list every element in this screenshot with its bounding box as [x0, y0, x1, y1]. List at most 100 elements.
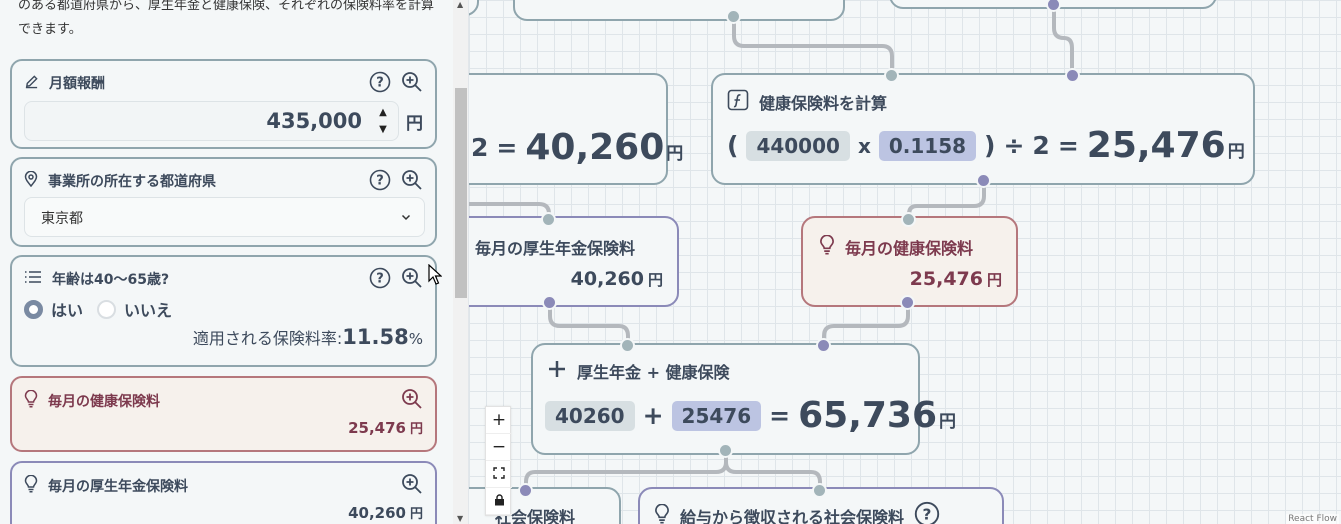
radio-yes-dot[interactable] [24, 299, 43, 319]
connection-handle[interactable] [976, 173, 991, 188]
input-chip-health[interactable]: 25476 [671, 400, 762, 431]
pension-calc-node[interactable]: 2 = 40,260 円 [469, 73, 683, 185]
health-calc-node[interactable]: 健康保険料を計算 ( 440000 x 0.1158 ) ÷ 2 = 25,47… [711, 73, 1255, 185]
zoom-in-button[interactable]: + [486, 407, 512, 434]
edge [524, 451, 728, 491]
zoom-in-icon[interactable] [401, 169, 423, 191]
health-monthly-title: 毎月の健康保険料 [845, 239, 974, 258]
sum-title: 厚生年金 + 健康保険 [577, 363, 730, 382]
health-monthly-value: 25,476 [909, 268, 983, 290]
health-calc-result: 25,476 [1086, 125, 1226, 166]
pension-monthly-node[interactable]: 毎月の厚生年金保険料 40,260 円 [469, 216, 679, 307]
fit-view-button[interactable] [486, 461, 512, 488]
lock-button[interactable] [486, 488, 512, 515]
chevron-down-icon [400, 208, 412, 227]
applied-rate: 適用される保険料率:11.58% [192, 325, 423, 349]
flow-controls: + − [485, 406, 512, 516]
location-pin-icon [24, 170, 38, 191]
scroll-down-icon[interactable]: ▼ [457, 514, 463, 523]
help-icon[interactable]: ? [369, 71, 391, 93]
pension-value: 40,260 円 [348, 504, 423, 522]
prefecture-selected: 東京都 [41, 211, 83, 227]
age-radio-group: はい いいえ [24, 297, 172, 321]
sum-result: 65,736 [798, 395, 938, 436]
pension-monthly-value: 40,260 [570, 268, 644, 290]
pension-calc-result: 40,260 [525, 127, 665, 168]
connection-handle[interactable] [542, 295, 557, 310]
zoom-out-button[interactable]: − [486, 434, 512, 461]
edge [907, 182, 986, 219]
scroll-up-icon[interactable]: ▲ [457, 0, 463, 9]
monthly-pay-value: 435,000 [266, 109, 362, 133]
health-calc-title: 健康保険料を計算 [759, 94, 888, 113]
plus-icon [547, 359, 567, 383]
mouse-cursor-icon [428, 263, 443, 290]
sidebar: のある都道府県から、厚生年金と健康保険、それぞれの保険料率を計算できます。 月額… [0, 0, 469, 524]
connection-handle[interactable] [900, 295, 915, 310]
lightbulb-icon [819, 234, 835, 259]
edge [822, 303, 910, 346]
input-chip-rate[interactable]: 0.1158 [878, 130, 977, 161]
health-insurance-card: 毎月の健康保険料 25,476 円 [10, 376, 437, 452]
health-monthly-node[interactable]: 毎月の健康保険料 25,476 円 [801, 216, 1018, 307]
flow-canvas[interactable]: 2 = 40,260 円 健康保険料を計算 ( 440000 x 0.1158 … [469, 0, 1341, 524]
deducted-insurance-title: 給与から徴収される社会保険料 [680, 508, 905, 524]
edge [724, 451, 822, 491]
pencil-icon [24, 74, 39, 93]
scrollbar-thumb[interactable] [455, 88, 467, 298]
connection-handle[interactable] [812, 483, 827, 498]
monthly-pay-label: 月額報酬 [49, 76, 105, 92]
connection-handle[interactable] [620, 338, 635, 353]
zoom-in-icon[interactable] [401, 473, 423, 495]
help-icon[interactable]: ? [369, 267, 391, 289]
monthly-pay-input[interactable]: 435,000 ▲ ▼ [24, 101, 399, 141]
input-chip-pay[interactable]: 440000 [746, 130, 850, 161]
svg-text:?: ? [376, 272, 384, 287]
connection-handle[interactable] [518, 483, 533, 498]
attribution-link[interactable]: React Flow [1286, 514, 1339, 524]
connection-handle[interactable] [541, 212, 556, 227]
pension-card: 毎月の厚生年金保険料 40,260 円 [10, 461, 437, 524]
connection-handle[interactable] [718, 443, 733, 458]
connection-handle[interactable] [816, 338, 831, 353]
monthly-pay-stepper[interactable]: ▲ ▼ [372, 104, 394, 138]
stepper-down-icon[interactable]: ▼ [379, 124, 387, 135]
radio-yes[interactable]: はい [24, 297, 83, 321]
svg-text:?: ? [376, 174, 384, 189]
connection-handle[interactable] [726, 9, 741, 24]
fit-view-icon [493, 464, 505, 484]
input-chip-pension[interactable]: 40260 [545, 400, 635, 431]
svg-text:?: ? [376, 76, 384, 91]
sum-node[interactable]: 厚生年金 + 健康保険 40260 + 25476 = 65,736 円 [531, 343, 956, 455]
pension-label: 毎月の厚生年金保険料 [48, 479, 188, 495]
lightbulb-icon [24, 474, 38, 497]
radio-no[interactable]: いいえ [97, 297, 172, 321]
top-node-left[interactable] [513, 0, 845, 21]
help-icon[interactable]: ? [369, 169, 391, 191]
age-card: 年齢は40〜65歳? ? はい いいえ 適用される保険料率:11.58% [10, 255, 437, 367]
function-icon [727, 89, 749, 115]
age-label: 年齢は40〜65歳? [52, 272, 170, 288]
radio-no-dot[interactable] [97, 299, 117, 319]
health-insurance-value: 25,476 円 [348, 419, 423, 437]
zoom-in-icon[interactable] [401, 267, 423, 289]
zoom-in-icon[interactable] [401, 71, 423, 93]
monthly-pay-unit: 円 [406, 114, 423, 134]
zoom-in-icon[interactable] [401, 388, 423, 410]
help-icon[interactable]: ? [914, 501, 940, 524]
connection-handle[interactable] [1065, 68, 1080, 83]
prefecture-card: 事業所の所在する都道府県 ? 東京都 [10, 157, 437, 247]
sidebar-scrollbar[interactable]: ▲ ▼ [453, 0, 468, 524]
connection-handle[interactable] [901, 212, 916, 227]
edge [1052, 4, 1074, 76]
health-insurance-label: 毎月の健康保険料 [48, 394, 160, 410]
lightbulb-icon [24, 389, 38, 412]
lock-icon [494, 491, 505, 511]
applied-rate-value: 11.58 [342, 325, 409, 349]
edge [548, 303, 630, 346]
prefecture-label: 事業所の所在する都道府県 [48, 174, 216, 190]
stepper-up-icon[interactable]: ▲ [379, 107, 387, 118]
prefecture-select[interactable]: 東京都 [24, 197, 425, 237]
list-icon [24, 270, 42, 288]
connection-handle[interactable] [884, 68, 899, 83]
